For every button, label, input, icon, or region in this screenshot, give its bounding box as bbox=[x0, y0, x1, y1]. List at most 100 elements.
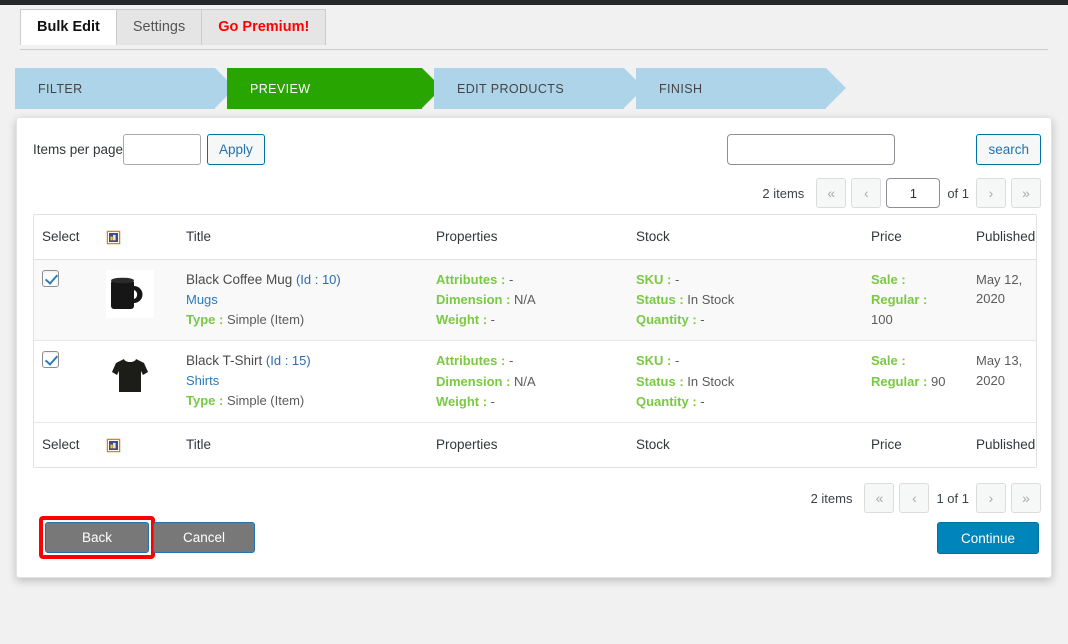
product-category-link[interactable]: Mugs bbox=[186, 290, 420, 310]
regular-label: Regular : bbox=[871, 292, 928, 308]
regular-label: Regular : bbox=[871, 373, 928, 389]
preview-panel: Items per page: Apply search 2 items « ‹… bbox=[16, 117, 1052, 578]
row-price-cell: Sale : Regular : 100 bbox=[863, 259, 968, 342]
step-preview[interactable]: PREVIEW bbox=[227, 68, 442, 109]
search-button[interactable]: search bbox=[976, 134, 1041, 165]
footer-stock: Stock bbox=[628, 421, 863, 467]
row-price-cell: Sale : Regular : 90 bbox=[863, 340, 968, 423]
row-properties-cell: Attributes : - Dimension : N/A Weight : … bbox=[428, 259, 628, 342]
tab-list: Bulk Edit Settings Go Premium! bbox=[20, 9, 327, 45]
attributes-label: Attributes : bbox=[436, 271, 506, 287]
first-page-button-top[interactable]: « bbox=[816, 178, 847, 208]
status-value: In Stock bbox=[687, 292, 735, 308]
product-category-link[interactable]: Shirts bbox=[186, 371, 420, 391]
search-input[interactable] bbox=[727, 134, 895, 165]
tab-settings[interactable]: Settings bbox=[115, 9, 203, 45]
tab-divider bbox=[20, 49, 1048, 50]
row-properties-cell: Attributes : - Dimension : N/A Weight : … bbox=[428, 340, 628, 423]
product-title: Black T-Shirt bbox=[186, 353, 263, 369]
tab-go-premium[interactable]: Go Premium! bbox=[201, 9, 327, 45]
tab-bar: Bulk Edit Settings Go Premium! bbox=[0, 5, 1068, 50]
sku-value: - bbox=[675, 353, 680, 369]
row-published-cell: May 12, 2020 bbox=[968, 259, 1036, 342]
sku-value: - bbox=[675, 271, 680, 287]
page-total-top: of 1 bbox=[947, 185, 969, 201]
next-page-button-top[interactable]: › bbox=[976, 178, 1006, 208]
apply-button[interactable]: Apply bbox=[207, 134, 265, 165]
table-head: Select Title Properties Stock Price Publ… bbox=[34, 215, 1036, 260]
sku-label: SKU : bbox=[636, 271, 672, 287]
footer-price: Price bbox=[863, 421, 968, 467]
header-stock: Stock bbox=[628, 215, 863, 260]
cancel-button[interactable]: Cancel bbox=[153, 522, 255, 553]
footer-published: Published bbox=[968, 421, 1036, 467]
image-icon bbox=[98, 421, 178, 467]
table-row: Black T-Shirt (Id : 15) Shirts Type : Si… bbox=[34, 340, 1036, 423]
footer-properties: Properties bbox=[428, 421, 628, 467]
type-label: Type : bbox=[186, 311, 224, 327]
attributes-label: Attributes : bbox=[436, 353, 506, 369]
prev-page-button-top[interactable]: ‹ bbox=[851, 178, 882, 208]
product-title: Black Coffee Mug bbox=[186, 271, 293, 287]
weight-value: - bbox=[490, 312, 495, 328]
dimension-value: N/A bbox=[514, 292, 536, 308]
row-select-cell bbox=[34, 259, 98, 342]
attributes-value: - bbox=[508, 353, 514, 369]
items-per-page-label: Items per page: bbox=[33, 142, 127, 157]
table-foot: Select Title Properties Stock Price Publ… bbox=[34, 421, 1036, 467]
continue-button[interactable]: Continue bbox=[937, 522, 1039, 554]
type-label: Type : bbox=[186, 393, 224, 409]
last-page-button-top[interactable]: » bbox=[1011, 178, 1041, 208]
type-value: Simple (Item) bbox=[226, 393, 305, 409]
status-label: Status : bbox=[636, 292, 684, 308]
product-thumbnail-tshirt bbox=[106, 351, 154, 400]
header-select: Select bbox=[34, 215, 98, 260]
quantity-label: Quantity : bbox=[636, 312, 697, 328]
step-breadcrumb: FILTER PREVIEW EDIT PRODUCTS FINISH bbox=[15, 68, 846, 109]
items-per-page-input[interactable] bbox=[123, 134, 201, 165]
products-table: Select Title Properties Stock Price Publ… bbox=[34, 215, 1036, 467]
prev-page-button-bottom[interactable]: ‹ bbox=[899, 483, 930, 513]
back-button[interactable]: Back bbox=[45, 522, 149, 553]
row-thumbnail-cell bbox=[98, 259, 178, 342]
weight-value: - bbox=[490, 393, 495, 409]
sale-label: Sale : bbox=[871, 353, 906, 369]
next-page-button-bottom[interactable]: › bbox=[976, 483, 1006, 513]
image-icon bbox=[98, 215, 178, 260]
pagination-count-bottom: 2 items bbox=[810, 490, 853, 506]
pagination-bottom: 2 items « ‹ 1 of 1 › » bbox=[811, 483, 1041, 513]
step-finish[interactable]: FINISH bbox=[636, 68, 846, 109]
row-stock-cell: SKU : - Status : In Stock Quantity : - bbox=[628, 340, 863, 423]
header-price: Price bbox=[863, 215, 968, 260]
table-toolbar: Items per page: Apply search bbox=[17, 134, 1051, 170]
tab-bulk-edit[interactable]: Bulk Edit bbox=[20, 9, 117, 45]
pagination-top: 2 items « ‹ of 1 › » bbox=[762, 178, 1041, 208]
status-value: In Stock bbox=[687, 373, 735, 389]
row-checkbox[interactable] bbox=[42, 351, 59, 369]
header-properties: Properties bbox=[428, 215, 628, 260]
step-filter[interactable]: FILTER bbox=[15, 68, 235, 109]
step-edit-products[interactable]: EDIT PRODUCTS bbox=[434, 68, 644, 109]
regular-value: 90 bbox=[930, 373, 946, 389]
weight-label: Weight : bbox=[436, 312, 488, 328]
regular-value: 100 bbox=[871, 312, 893, 328]
page-number-input-top[interactable] bbox=[886, 178, 941, 208]
quantity-label: Quantity : bbox=[636, 393, 697, 409]
last-page-button-bottom[interactable]: » bbox=[1011, 483, 1041, 513]
attributes-value: - bbox=[508, 271, 514, 287]
row-checkbox[interactable] bbox=[42, 269, 59, 287]
first-page-button-bottom[interactable]: « bbox=[864, 483, 895, 513]
row-thumbnail-cell bbox=[98, 340, 178, 423]
dimension-label: Dimension : bbox=[436, 292, 511, 308]
pagination-count-top: 2 items bbox=[762, 185, 805, 201]
row-stock-cell: SKU : - Status : In Stock Quantity : - bbox=[628, 259, 863, 342]
sku-label: SKU : bbox=[636, 353, 672, 369]
quantity-value: - bbox=[700, 312, 705, 328]
product-id: (Id : 15) bbox=[265, 353, 311, 369]
sale-label: Sale : bbox=[871, 271, 906, 287]
dimension-value: N/A bbox=[514, 373, 536, 389]
footer-row: Select Title Properties Stock Price Publ… bbox=[34, 421, 1036, 467]
products-table-wrapper: Select Title Properties Stock Price Publ… bbox=[33, 214, 1037, 468]
footer-title: Title bbox=[178, 421, 428, 467]
type-value: Simple (Item) bbox=[226, 311, 305, 327]
